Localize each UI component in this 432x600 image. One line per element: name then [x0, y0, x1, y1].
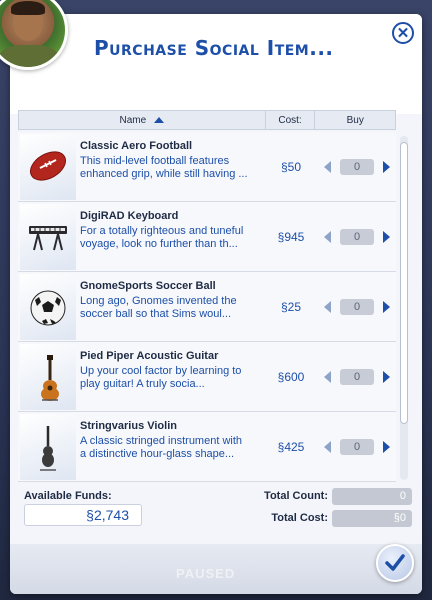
avatar-shirt [0, 45, 59, 67]
decrease-arrow-icon[interactable] [324, 301, 331, 313]
column-header: Name Cost: Buy [18, 110, 396, 130]
column-buy-label: Buy [346, 114, 364, 126]
total-cost-label: Total Cost: [271, 512, 328, 524]
keyboard-icon [29, 226, 67, 251]
decrease-arrow-icon[interactable] [324, 231, 331, 243]
column-cost-sort[interactable]: Cost: [266, 111, 316, 129]
increase-arrow-icon[interactable] [383, 301, 390, 313]
column-buy: Buy [315, 111, 395, 129]
scrollbar-thumb[interactable] [400, 142, 408, 424]
item-thumbnail [20, 274, 76, 340]
increase-arrow-icon[interactable] [383, 161, 390, 173]
item-description-line: a distinctive hour-glass shape... [80, 448, 235, 460]
item-thumbnail [20, 344, 76, 410]
item-row-soccer-ball[interactable]: GnomeSports Soccer Ball Long ago, Gnomes… [18, 272, 396, 342]
item-row-football[interactable]: Classic Aero Football This mid-level foo… [18, 132, 396, 202]
item-row-keyboard[interactable]: DigiRAD Keyboard For a totally righteous… [18, 202, 396, 272]
item-thumbnail [20, 414, 76, 480]
item-thumbnail [20, 204, 76, 270]
quantity-value: 0 [340, 159, 374, 175]
increase-arrow-icon[interactable] [383, 441, 390, 453]
violin-icon [40, 426, 56, 471]
dialog-title: Purchase Social Item... [94, 36, 334, 60]
item-description-line: enhanced grip, while still having ... [80, 168, 248, 180]
item-row-violin[interactable]: Stringvarius Violin A classic stringed i… [18, 412, 396, 482]
item-description: Up your cool factor by learning to play … [80, 365, 270, 391]
quantity-stepper: 0 [324, 367, 390, 387]
decrease-arrow-icon[interactable] [324, 441, 331, 453]
item-row-guitar[interactable]: Pied Piper Acoustic Guitar Up your cool … [18, 342, 396, 412]
item-cost: §25 [280, 300, 302, 314]
available-funds-value: §2,743 [24, 504, 142, 526]
quantity-stepper: 0 [324, 227, 390, 247]
item-description: This mid-level football features enhance… [80, 155, 270, 181]
quantity-value: 0 [340, 229, 374, 245]
item-cost: §425 [277, 440, 305, 454]
item-cost: §600 [277, 370, 305, 384]
item-name: Stringvarius Violin [80, 420, 177, 432]
quantity-stepper: 0 [324, 297, 390, 317]
item-description-line: soccer ball so that Sims woul... [80, 308, 232, 320]
decrease-arrow-icon[interactable] [324, 371, 331, 383]
list-scrollbar[interactable] [400, 136, 408, 480]
item-name: GnomeSports Soccer Ball [80, 280, 216, 292]
sim-avatar [0, 0, 68, 70]
item-cost: §945 [277, 230, 305, 244]
item-description: Long ago, Gnomes invented the soccer bal… [80, 295, 270, 321]
total-cost-value: §0 [332, 510, 412, 527]
sort-ascending-icon [154, 117, 165, 123]
dialog-header [10, 14, 422, 114]
guitar-icon [41, 355, 59, 401]
item-description-line: Up your cool factor by learning to [80, 365, 242, 377]
item-cost: §50 [280, 160, 302, 174]
confirm-button[interactable] [376, 544, 414, 582]
total-count-value: 0 [332, 488, 412, 505]
item-description: A classic stringed instrument with a dis… [80, 435, 270, 461]
close-button[interactable]: ✕ [392, 22, 414, 44]
total-count-label: Total Count: [264, 490, 328, 502]
increase-arrow-icon[interactable] [383, 371, 390, 383]
column-name-sort[interactable]: Name [19, 111, 266, 129]
quantity-stepper: 0 [324, 157, 390, 177]
item-description-line: A classic stringed instrument with [80, 435, 243, 447]
quantity-stepper: 0 [324, 437, 390, 457]
quantity-value: 0 [340, 439, 374, 455]
item-description-line: play guitar! A truly socia... [80, 378, 205, 390]
quantity-value: 0 [340, 369, 374, 385]
item-name: DigiRAD Keyboard [80, 210, 179, 222]
avatar-hair [11, 1, 45, 15]
item-description-line: This mid-level football features [80, 155, 230, 167]
purchase-summary: Available Funds: §2,743 Total Count: 0 T… [18, 486, 412, 542]
quantity-value: 0 [340, 299, 374, 315]
close-icon: ✕ [396, 25, 410, 42]
paused-indicator: PAUSED [176, 566, 236, 581]
item-description: For a totally righteous and tuneful voya… [80, 225, 270, 251]
item-name: Classic Aero Football [80, 140, 193, 152]
item-description-line: voyage, look no further than th... [80, 238, 238, 250]
soccer-ball-icon [30, 290, 66, 326]
item-thumbnail [20, 134, 76, 200]
football-icon [29, 151, 67, 181]
checkmark-icon [385, 554, 405, 571]
item-description-line: Long ago, Gnomes invented the [80, 295, 237, 307]
column-cost-label: Cost: [278, 114, 302, 126]
column-name-label: Name [119, 114, 147, 126]
decrease-arrow-icon[interactable] [324, 161, 331, 173]
purchase-dialog: Purchase Social Item... ✕ Name Cost: Buy [10, 14, 422, 594]
item-list: Classic Aero Football This mid-level foo… [18, 132, 396, 482]
item-description-line: For a totally righteous and tuneful [80, 225, 244, 237]
available-funds-label: Available Funds: [24, 490, 112, 502]
increase-arrow-icon[interactable] [383, 231, 390, 243]
item-name: Pied Piper Acoustic Guitar [80, 350, 219, 362]
